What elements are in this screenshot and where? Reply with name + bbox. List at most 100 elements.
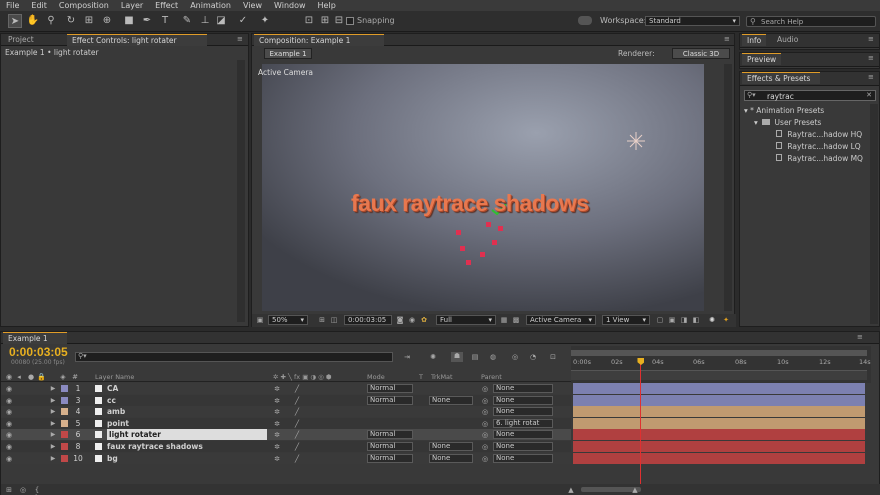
shy-switch-icon[interactable]: ✲ <box>273 385 281 393</box>
tab-info[interactable]: Info <box>742 34 767 46</box>
pick-whip-icon[interactable]: ◎ <box>481 408 489 416</box>
layer-search-input[interactable]: ⚲▾ <box>75 352 393 362</box>
scrollbar[interactable] <box>237 60 245 322</box>
label-color-swatch[interactable] <box>61 396 68 404</box>
layer-duration-bar[interactable] <box>573 406 865 418</box>
tab-effects-presets[interactable]: Effects & Presets <box>742 72 820 84</box>
shy-layers-icon[interactable]: ☗ <box>451 352 463 362</box>
pick-whip-icon[interactable]: ◎ <box>481 455 489 463</box>
eye-icon[interactable]: ◉ <box>5 431 13 439</box>
tree-item-animation-presets[interactable]: ▾ * Animation Presets <box>744 106 824 115</box>
menu-animation[interactable]: Animation <box>184 1 237 10</box>
expand-triangle-icon[interactable]: ▶ <box>49 408 57 416</box>
menu-layer[interactable]: Layer <box>115 1 149 10</box>
trkmat-select[interactable]: None <box>429 453 473 463</box>
eye-icon[interactable]: ◉ <box>5 455 13 463</box>
pan-behind-tool-icon[interactable]: ⊕ <box>100 14 114 28</box>
quality-switch-icon[interactable]: ╱ <box>293 420 301 428</box>
pen-tool-icon[interactable]: ✒ <box>140 14 154 28</box>
mode-select[interactable]: Normal <box>367 453 413 463</box>
graph-editor-icon[interactable]: ⊡ <box>549 353 557 361</box>
quality-switch-icon[interactable]: ╱ <box>293 431 301 439</box>
eye-icon[interactable]: ◉ <box>5 397 13 405</box>
layer-name[interactable]: faux raytrace shadows <box>107 441 267 452</box>
panel-menu-icon[interactable]: ≡ <box>724 35 730 43</box>
search-help-field[interactable]: ⚲ Search Help <box>746 16 876 27</box>
puppet-tool-icon[interactable]: ✦ <box>258 14 272 28</box>
region-icon[interactable]: ▦ <box>500 316 508 324</box>
layer-duration-bar[interactable] <box>573 383 865 394</box>
parent-select[interactable]: None <box>493 407 553 417</box>
zoom-select[interactable]: 50% ▾ <box>268 315 308 325</box>
tree-expand-icon[interactable]: ▾ <box>744 106 748 115</box>
trkmat-select[interactable]: None <box>429 442 473 451</box>
comp-subtab[interactable]: Example 1 <box>264 48 312 59</box>
layer-name[interactable]: cc <box>107 395 267 406</box>
frame-blending-icon[interactable]: ▤ <box>471 353 479 361</box>
toggle-pixel-icon[interactable]: ▢ <box>656 316 664 324</box>
resolution-select[interactable]: Full ▾ <box>436 315 496 325</box>
type-tool-icon[interactable]: T <box>158 14 172 28</box>
shy-switch-icon[interactable]: ✲ <box>273 397 281 405</box>
menu-help[interactable]: Help <box>312 1 342 10</box>
shy-switch-icon[interactable]: ✲ <box>273 443 281 451</box>
quality-switch-icon[interactable]: ╱ <box>293 443 301 451</box>
layer-row[interactable]: ◉ ▶ 3 cc ✲ ╱ Normal None ◎ None <box>1 394 571 406</box>
layer-name[interactable]: amb <box>107 406 267 417</box>
layer-name[interactable]: CA <box>107 383 267 394</box>
fast-preview-icon[interactable]: ▣ <box>668 316 676 324</box>
quality-switch-icon[interactable]: ╱ <box>293 385 301 393</box>
tab-timeline[interactable]: Example 1 <box>3 332 67 344</box>
eraser-tool-icon[interactable]: ◪ <box>214 14 228 28</box>
mode-select[interactable]: Normal <box>367 384 413 393</box>
pick-whip-icon[interactable]: ◎ <box>481 443 489 451</box>
expand-triangle-icon[interactable]: ▶ <box>49 385 57 393</box>
tab-preview[interactable]: Preview <box>742 53 782 65</box>
menu-window[interactable]: Window <box>268 1 312 10</box>
layer-row[interactable]: ◉ ▶ 1 CA ✲ ╱ Normal ◎ None <box>1 383 571 394</box>
panel-menu-icon[interactable]: ≡ <box>868 54 874 62</box>
layer-name[interactable]: light rotater <box>107 429 267 441</box>
flowchart-icon[interactable]: ◧ <box>692 316 700 324</box>
comp-mini-flowchart-icon[interactable]: ⇥ <box>403 353 411 361</box>
panel-menu-icon[interactable]: ≡ <box>857 333 863 341</box>
expand-triangle-icon[interactable]: ▶ <box>49 443 57 451</box>
parent-select[interactable]: None <box>493 395 553 405</box>
snapping-checkbox[interactable] <box>346 17 354 25</box>
parent-select[interactable]: None <box>493 442 553 451</box>
expand-triangle-icon[interactable]: ▶ <box>49 397 57 405</box>
transparency-grid-icon[interactable]: ▩ <box>512 316 520 324</box>
expand-triangle-icon[interactable]: ▶ <box>49 455 57 463</box>
tree-item-preset-lq[interactable]: Raytrac...hadow LQ <box>776 142 861 151</box>
current-timecode[interactable]: 0:00:03:05 <box>9 345 68 359</box>
shy-switch-icon[interactable]: ✲ <box>273 420 281 428</box>
auto-keyframe-icon[interactable]: ◔ <box>529 353 537 361</box>
label-color-swatch[interactable] <box>61 408 68 416</box>
clear-search-icon[interactable]: ✕ <box>866 91 872 99</box>
quality-switch-icon[interactable]: ╱ <box>293 397 301 405</box>
layer-duration-bar[interactable] <box>573 429 865 441</box>
expand-triangle-icon[interactable]: ▶ <box>49 420 57 428</box>
eye-icon[interactable]: ◉ <box>5 420 13 428</box>
in-out-icon[interactable]: { } <box>33 486 41 495</box>
tab-effect-controls[interactable]: Effect Controls: light rotater <box>67 34 207 46</box>
eye-icon[interactable]: ◉ <box>5 385 13 393</box>
time-ruler[interactable]: 0:00s 02s 04s 06s 08s 10s 12s 14s <box>571 346 871 383</box>
modes-icon[interactable]: ◎ <box>19 486 27 494</box>
expand-triangle-icon[interactable]: ▶ <box>49 431 57 439</box>
brainstorm-icon[interactable]: ◎ <box>511 353 519 361</box>
menu-effect[interactable]: Effect <box>149 1 184 10</box>
comp-viewer[interactable]: faux raytrace shadows <box>262 64 704 311</box>
snapshot-icon[interactable]: ◙ <box>396 316 404 324</box>
exposure-icon[interactable]: ✺ <box>708 316 716 324</box>
tab-composition[interactable]: Composition: Example 1 <box>254 34 384 46</box>
pick-whip-icon[interactable]: ◎ <box>481 431 489 439</box>
menu-composition[interactable]: Composition <box>53 1 115 10</box>
color-channel-icon[interactable]: ✿ <box>420 316 428 324</box>
motion-blur-icon[interactable]: ◍ <box>489 353 497 361</box>
clone-tool-icon[interactable]: ⊥ <box>198 14 212 28</box>
scrollbar[interactable] <box>724 64 732 311</box>
work-area-bar[interactable] <box>571 350 867 356</box>
tab-project[interactable]: Project <box>3 34 39 46</box>
views-select[interactable]: 1 View ▾ <box>602 315 650 325</box>
